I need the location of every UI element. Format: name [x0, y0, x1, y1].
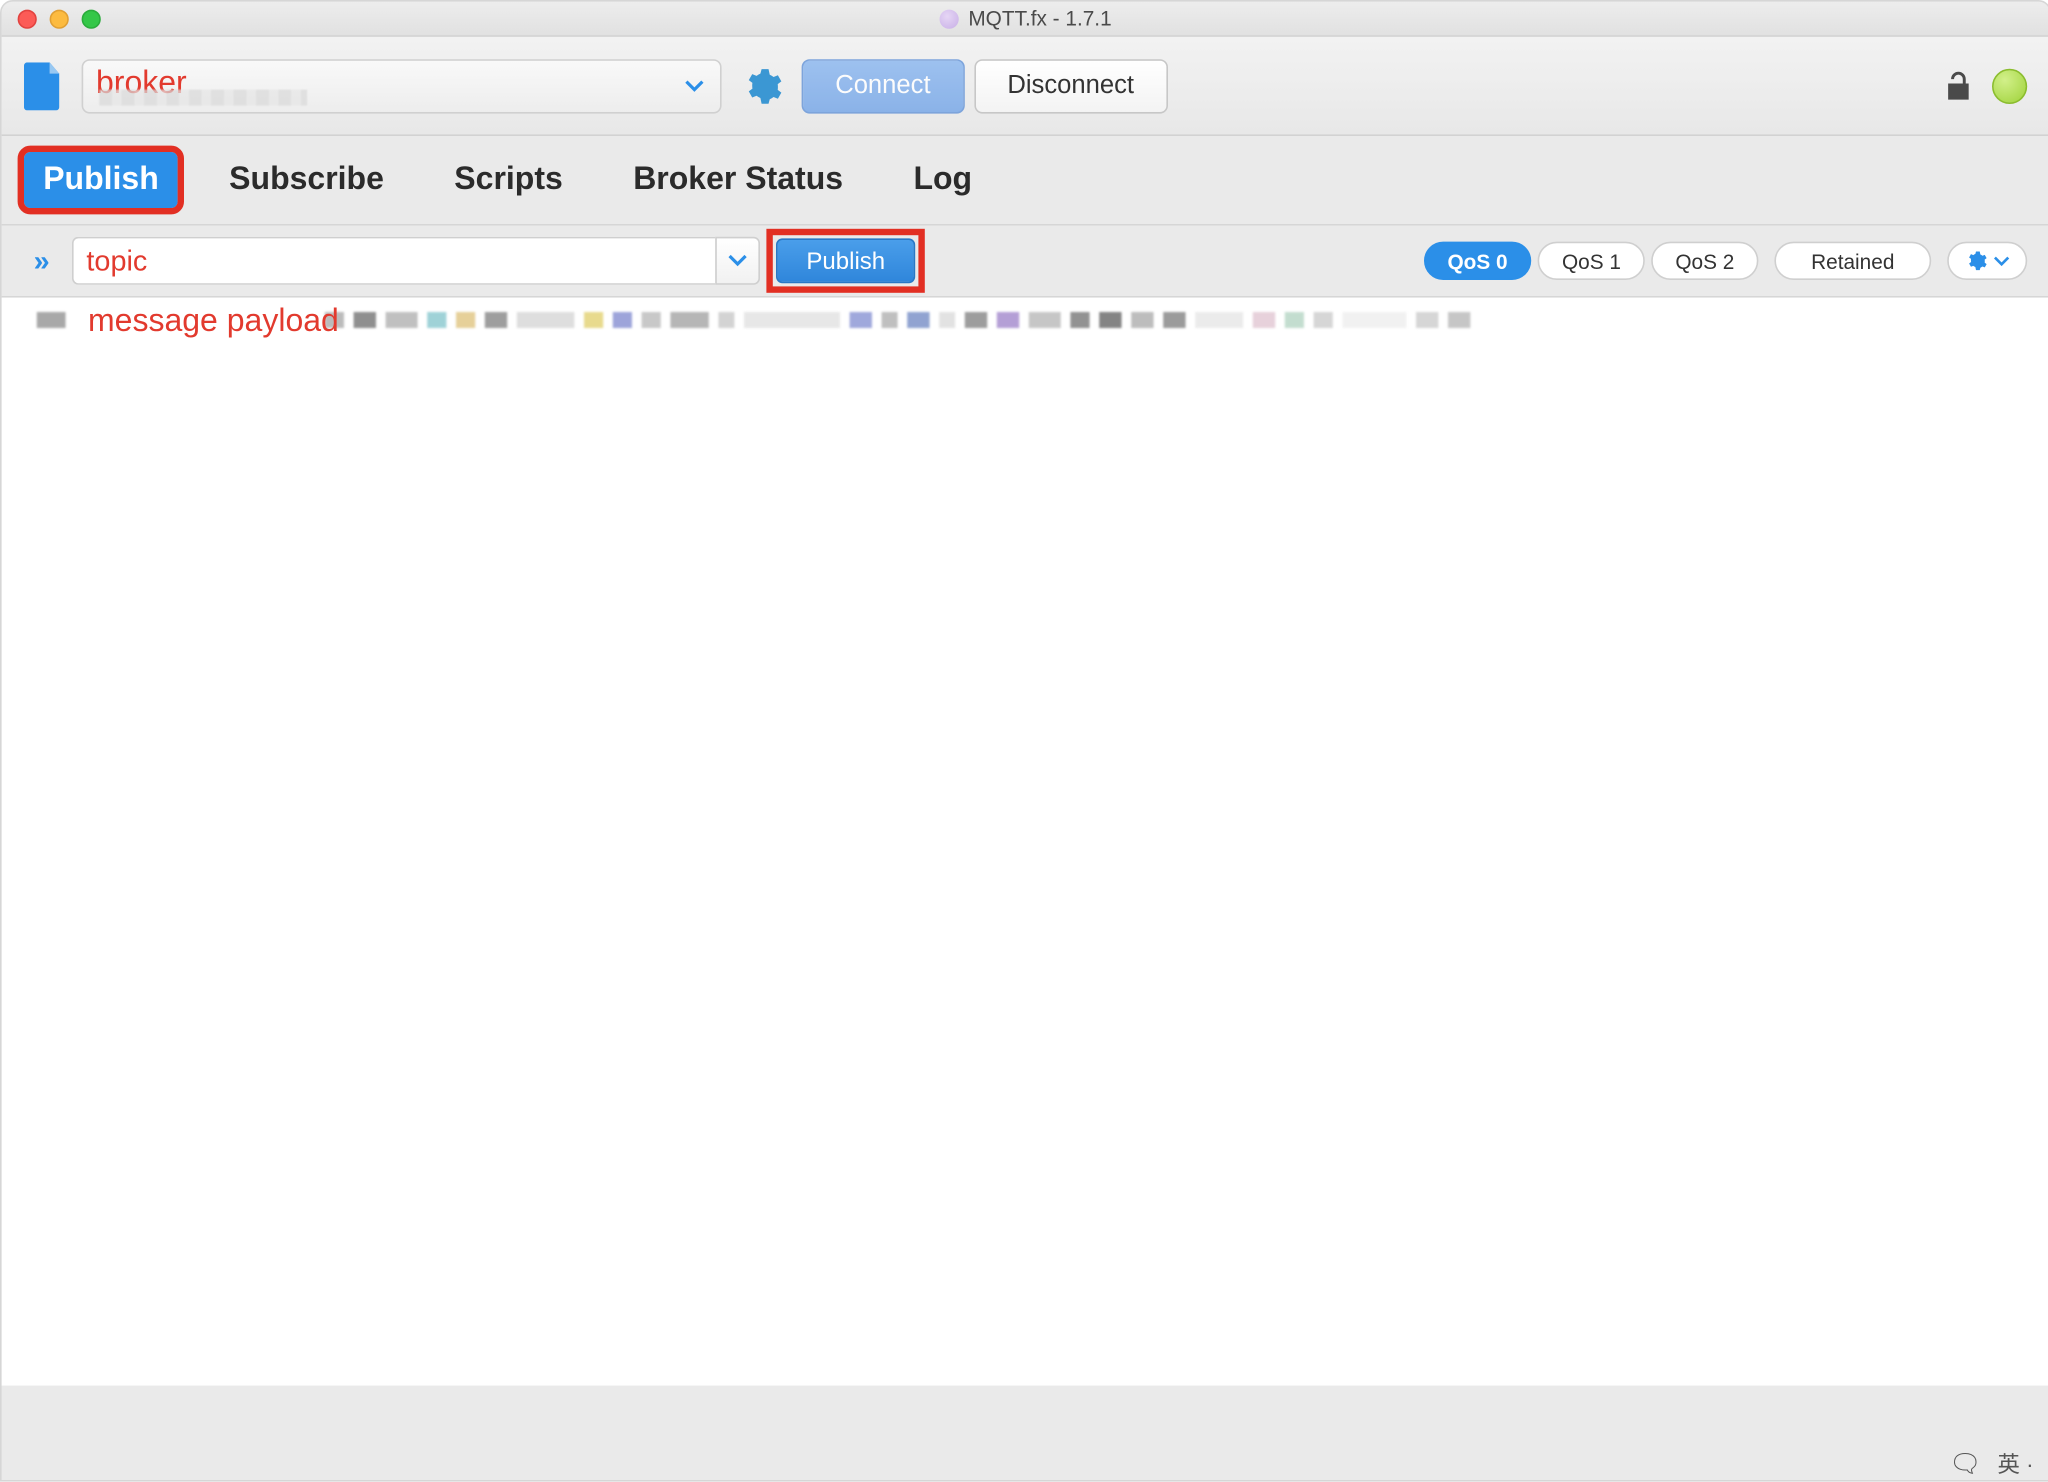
payload-editor[interactable]: message payload	[2, 298, 2048, 1386]
window-title-text: MQTT.fx - 1.7.1	[968, 6, 1111, 30]
expand-icon[interactable]: »	[24, 244, 59, 278]
minimize-window-button[interactable]	[50, 9, 69, 28]
input-mode-icon[interactable]: 英 ·	[1998, 1448, 2034, 1480]
connection-toolbar: broker Connect Disconnect	[2, 37, 2048, 136]
toolbar-right	[1941, 68, 2027, 103]
window-footer: 🗨 英 ·	[1949, 1445, 2034, 1480]
publish-controls: » Publish QoS 0 QoS 1 QoS 2 Retained	[2, 226, 2048, 298]
publish-settings-button[interactable]	[1947, 242, 2027, 280]
publish-button[interactable]: Publish	[776, 238, 916, 283]
publish-options: QoS 0 QoS 1 QoS 2 Retained	[1423, 242, 2027, 280]
connect-button[interactable]: Connect	[802, 58, 965, 112]
gear-icon[interactable]	[741, 65, 783, 107]
chevron-down-icon	[685, 79, 704, 92]
speech-bubble-icon[interactable]: 🗨	[1949, 1448, 1982, 1480]
topic-input[interactable]	[72, 237, 715, 285]
tab-publish[interactable]: Publish	[24, 152, 178, 208]
tab-subscribe[interactable]: Subscribe	[210, 152, 403, 208]
tab-scripts[interactable]: Scripts	[435, 152, 582, 208]
broker-name-obscured	[99, 89, 307, 105]
qos-group: QoS 0 QoS 1 QoS 2	[1423, 242, 1758, 280]
topic-dropdown-button[interactable]	[715, 237, 760, 285]
window-controls	[2, 9, 101, 28]
window-title: MQTT.fx - 1.7.1	[940, 6, 1112, 30]
app-window: MQTT.fx - 1.7.1 broker Connect Disconnec…	[0, 0, 2048, 1482]
qos-0-button[interactable]: QoS 0	[1423, 242, 1531, 280]
tab-log[interactable]: Log	[894, 152, 991, 208]
close-window-button[interactable]	[18, 9, 37, 28]
retained-toggle[interactable]: Retained	[1774, 242, 1931, 280]
tab-bar: Publish Subscribe Scripts Broker Status …	[2, 136, 2048, 226]
app-icon	[940, 9, 959, 28]
payload-annotation: message payload	[88, 304, 339, 341]
zoom-window-button[interactable]	[82, 9, 101, 28]
qos-2-button[interactable]: QoS 2	[1651, 242, 1758, 280]
broker-profile-select[interactable]: broker	[82, 58, 722, 112]
connection-status-indicator	[1992, 68, 2027, 103]
topic-combobox	[72, 237, 760, 285]
titlebar: MQTT.fx - 1.7.1	[2, 2, 2048, 37]
qos-1-button[interactable]: QoS 1	[1538, 242, 1645, 280]
disconnect-button[interactable]: Disconnect	[974, 58, 1168, 112]
profile-file-icon[interactable]	[24, 62, 62, 110]
tab-broker-status[interactable]: Broker Status	[614, 152, 862, 208]
unlock-icon[interactable]	[1941, 68, 1976, 103]
publish-button-highlight: Publish	[773, 235, 919, 286]
